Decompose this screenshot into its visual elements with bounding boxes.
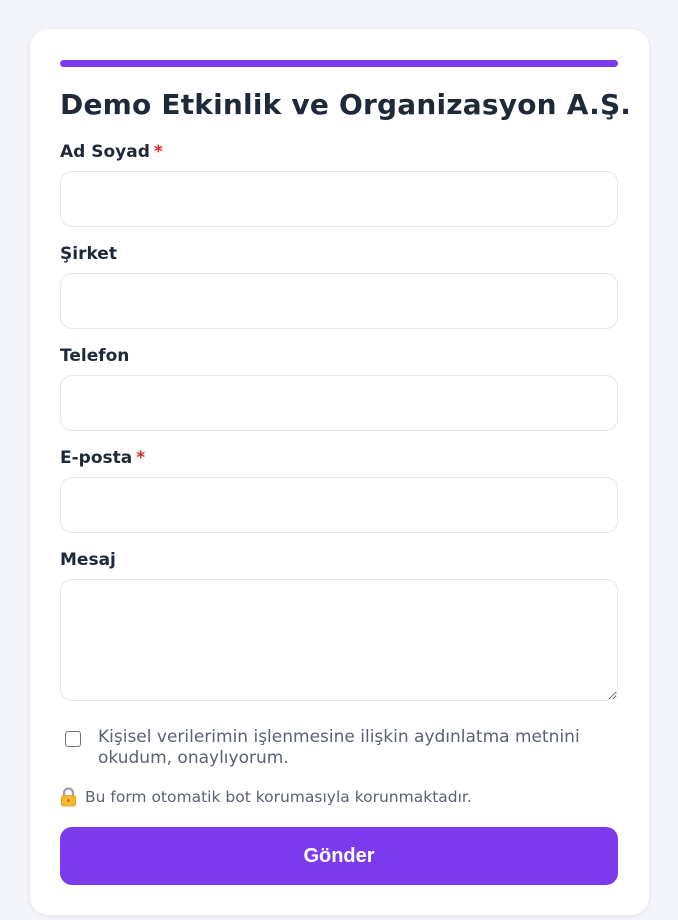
form-title: Demo Etkinlik ve Organizasyon A.Ş.: [60, 88, 632, 121]
lock-icon: [60, 787, 77, 807]
required-mark: *: [136, 448, 146, 468]
consent-text: Kişisel verilerimin işlenmesine ilişkin …: [98, 727, 580, 768]
accent-bar: [60, 60, 618, 67]
email-label-text: E-posta: [60, 448, 133, 468]
required-mark: *: [153, 142, 163, 162]
message-field[interactable]: [60, 579, 618, 701]
contact-form-card: Demo Etkinlik ve Organizasyon A.Ş. Ad So…: [30, 29, 649, 915]
name-label: Ad Soyad *: [60, 142, 163, 162]
consent-checkbox[interactable]: [65, 731, 81, 747]
submit-button[interactable]: Gönder: [60, 827, 618, 885]
company-label-text: Şirket: [60, 244, 117, 264]
message-label: Mesaj: [60, 550, 116, 570]
phone-label-text: Telefon: [60, 346, 130, 366]
bot-protection-text: Bu form otomatik bot korumasıyla korunma…: [85, 788, 472, 806]
email-label: E-posta *: [60, 448, 145, 468]
name-label-text: Ad Soyad: [60, 142, 150, 162]
phone-label: Telefon: [60, 346, 129, 366]
company-field[interactable]: [60, 273, 618, 329]
name-field[interactable]: [60, 171, 618, 227]
phone-field[interactable]: [60, 375, 618, 431]
bot-protection-note: Bu form otomatik bot korumasıyla korunma…: [60, 787, 472, 807]
message-label-text: Mesaj: [60, 550, 116, 570]
company-label: Şirket: [60, 244, 117, 264]
email-field[interactable]: [60, 477, 618, 533]
